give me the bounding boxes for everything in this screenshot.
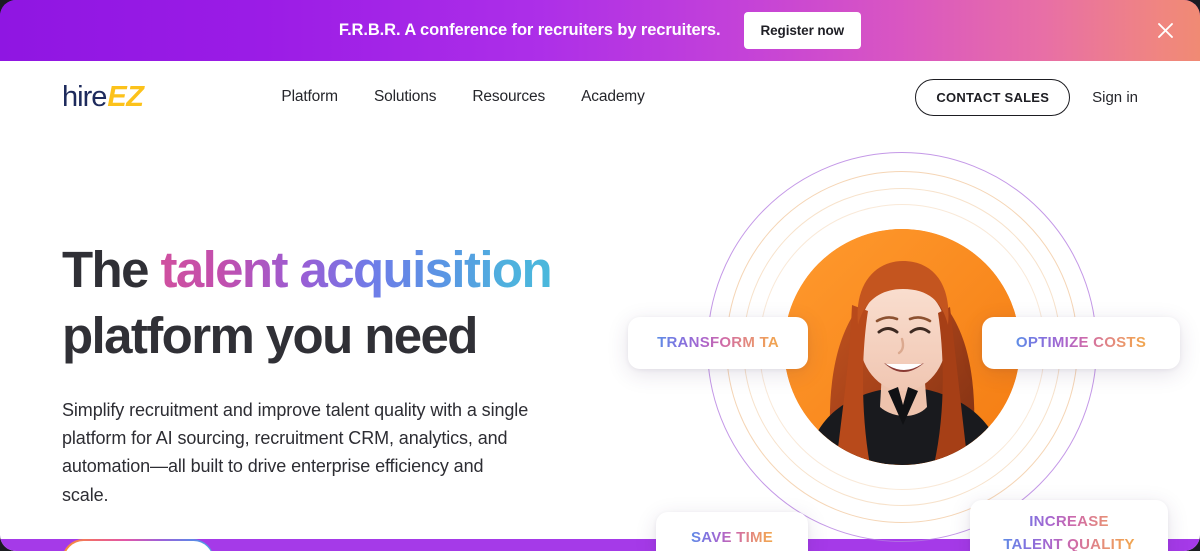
pill-increase-line-two: TALENT QUALITY	[1003, 536, 1135, 551]
announcement-banner: F.R.B.R. A conference for recruiters by …	[0, 0, 1200, 61]
hero-copy: The talent acquisition platform you need…	[62, 133, 622, 551]
headline-gradient-text: talent acquisition	[160, 241, 552, 298]
contact-sales-button[interactable]: CONTACT SALES	[915, 78, 1071, 116]
pill-optimize-costs[interactable]: OPTIMIZE COSTS	[982, 317, 1180, 369]
pill-save-time[interactable]: SAVE TIME	[656, 512, 808, 551]
header-actions: CONTACT SALES Sign in	[915, 78, 1138, 116]
page-root: F.R.B.R. A conference for recruiters by …	[0, 0, 1200, 551]
hero-section: The talent acquisition platform you need…	[0, 133, 1200, 551]
nav-item-solutions[interactable]: Solutions	[374, 88, 437, 106]
pill-transform-ta-label: TRANSFORM TA	[657, 331, 779, 354]
book-a-demo-label: BOOK A DEMO	[63, 540, 213, 551]
register-now-button[interactable]: Register now	[743, 12, 862, 49]
pill-increase-line-one: INCREASE	[1029, 512, 1109, 530]
pill-transform-ta[interactable]: TRANSFORM TA	[628, 317, 808, 369]
announcement-banner-content: F.R.B.R. A conference for recruiters by …	[339, 12, 862, 49]
announcement-lead: F.R.B.R.	[338, 21, 401, 39]
pill-increase-talent-quality[interactable]: INCREASE TALENT QUALITY	[970, 500, 1168, 551]
pill-save-time-label: SAVE TIME	[691, 526, 773, 549]
sign-in-link[interactable]: Sign in	[1092, 89, 1138, 106]
close-icon[interactable]	[1152, 18, 1178, 44]
site-header: hire EZ Platform Solutions Resources Acad…	[0, 61, 1200, 133]
hero-description: Simplify recruitment and improve talent …	[62, 399, 529, 505]
hireez-logo[interactable]: hire EZ	[62, 80, 144, 113]
nav-item-resources[interactable]: Resources	[472, 88, 545, 106]
hero-visual: TRANSFORM TA OPTIMIZE COSTS SAVE TIME IN…	[612, 137, 1192, 551]
main-stage: hire EZ Platform Solutions Resources Acad…	[0, 61, 1200, 551]
logo-text-ez: EZ	[107, 80, 144, 113]
announcement-text: F.R.B.R. A conference for recruiters by …	[339, 21, 721, 40]
pill-optimize-costs-label: OPTIMIZE COSTS	[1016, 331, 1146, 354]
nav-item-platform[interactable]: Platform	[281, 88, 338, 106]
headline-line-two: platform you need	[62, 306, 478, 364]
page-title: The talent acquisition platform you need	[62, 237, 622, 369]
headline-part-the: The	[62, 241, 161, 298]
announcement-message: A conference for recruiters by recruiter…	[400, 21, 721, 39]
main-navigation: Platform Solutions Resources Academy	[281, 88, 644, 106]
nav-item-academy[interactable]: Academy	[581, 88, 645, 106]
pill-increase-talent-quality-label: INCREASE TALENT QUALITY	[1003, 510, 1135, 551]
book-a-demo-button[interactable]: BOOK A DEMO	[62, 539, 215, 551]
logo-text-hire: hire	[62, 80, 107, 113]
